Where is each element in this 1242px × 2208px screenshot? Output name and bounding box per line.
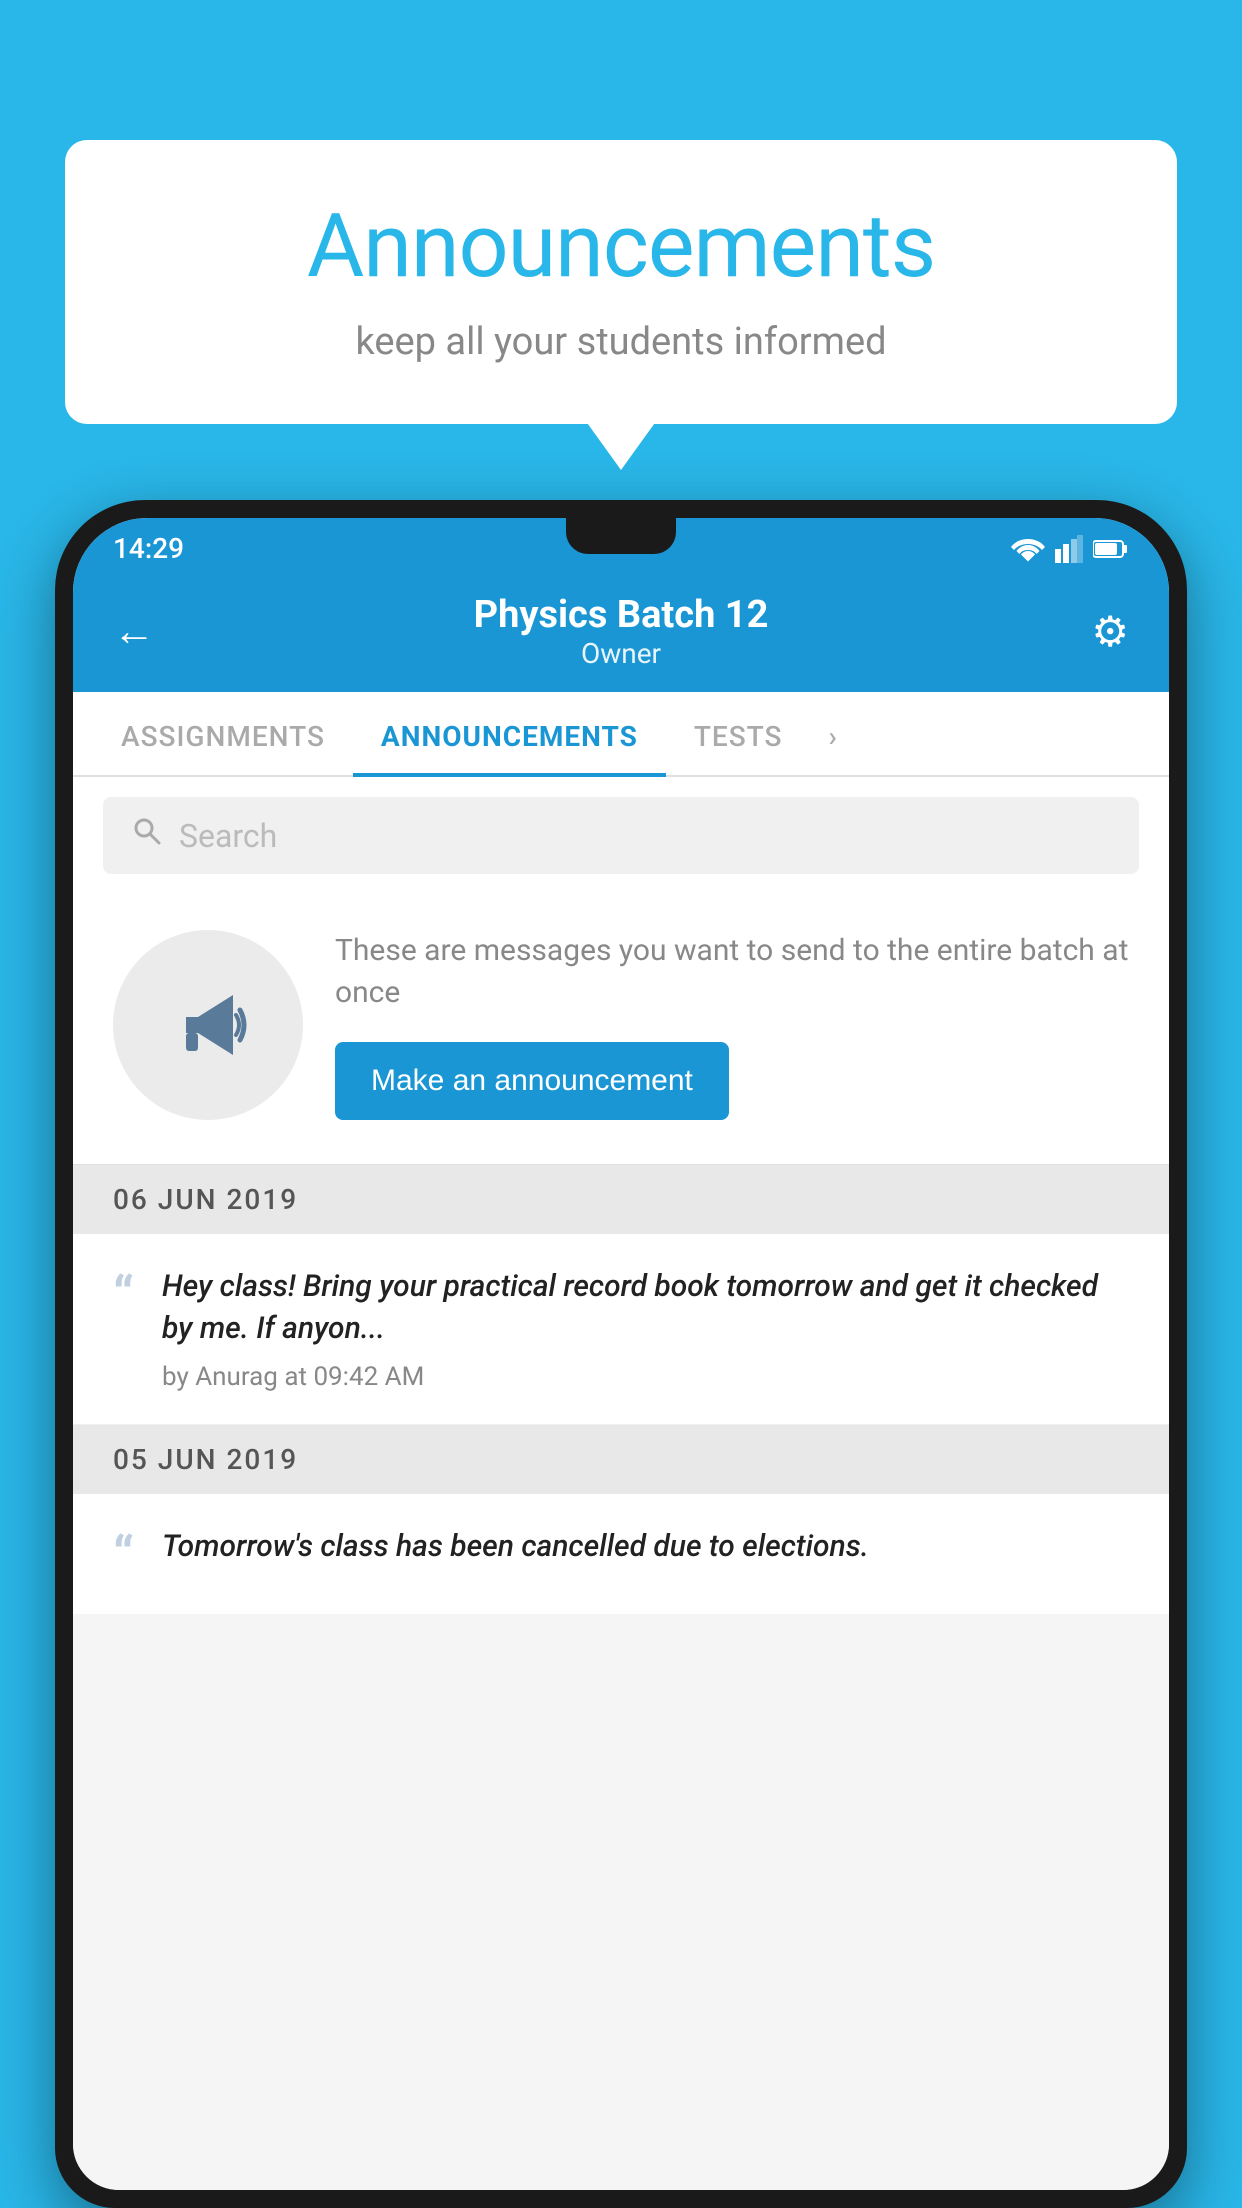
make-announcement-button[interactable]: Make an announcement <box>335 1042 729 1120</box>
back-button[interactable]: ← <box>113 607 173 656</box>
signal-icon <box>1055 535 1083 563</box>
search-bar-container: Search <box>73 777 1169 894</box>
announcement-item-2: “ Tomorrow's class has been cancelled du… <box>73 1494 1169 1614</box>
announcement-text-1: Hey class! Bring your practical record b… <box>162 1266 1129 1350</box>
search-input-field[interactable]: Search <box>103 797 1139 874</box>
app-bar-title-group: Physics Batch 12 Owner <box>173 593 1069 670</box>
search-placeholder: Search <box>179 817 277 855</box>
phone-inner: 14:29 <box>73 518 1169 2190</box>
tab-more[interactable]: › <box>810 692 855 775</box>
date-header-1: 06 JUN 2019 <box>73 1165 1169 1234</box>
announcement-icon-circle <box>113 930 303 1120</box>
app-bar-subtitle: Owner <box>173 637 1069 670</box>
battery-icon <box>1093 539 1129 559</box>
quote-icon-2: “ <box>113 1530 134 1582</box>
app-bar: ← Physics Batch 12 Owner ⚙ <box>73 575 1169 692</box>
status-icons <box>1011 535 1129 563</box>
announcement-content-1: Hey class! Bring your practical record b… <box>162 1266 1129 1392</box>
announcement-description: These are messages you want to send to t… <box>335 930 1129 1014</box>
announcement-prompt: These are messages you want to send to t… <box>73 894 1169 1165</box>
tab-assignments[interactable]: ASSIGNMENTS <box>93 692 353 775</box>
app-bar-title: Physics Batch 12 <box>173 593 1069 637</box>
phone-frame: 14:29 <box>55 500 1187 2208</box>
content-area: Search These are me <box>73 777 1169 2190</box>
tabs-bar: ASSIGNMENTS ANNOUNCEMENTS TESTS › <box>73 692 1169 777</box>
speech-bubble: Announcements keep all your students inf… <box>65 140 1177 424</box>
speech-bubble-subtitle: keep all your students informed <box>125 320 1117 364</box>
date-header-2: 05 JUN 2019 <box>73 1425 1169 1494</box>
phone-notch <box>566 518 676 554</box>
announcement-content-2: Tomorrow's class has been cancelled due … <box>162 1526 869 1568</box>
search-icon <box>131 815 163 856</box>
tab-tests[interactable]: TESTS <box>666 692 811 775</box>
announcement-meta-1: by Anurag at 09:42 AM <box>162 1362 1129 1392</box>
announcement-item-1: “ Hey class! Bring your practical record… <box>73 1234 1169 1425</box>
status-time: 14:29 <box>113 532 184 565</box>
tab-announcements[interactable]: ANNOUNCEMENTS <box>353 692 666 775</box>
announcement-text-2: Tomorrow's class has been cancelled due … <box>162 1526 869 1568</box>
quote-icon-1: “ <box>113 1270 134 1322</box>
gear-icon[interactable]: ⚙ <box>1069 607 1129 657</box>
wifi-icon <box>1011 535 1045 563</box>
megaphone-icon <box>158 975 258 1075</box>
speech-bubble-title: Announcements <box>125 195 1117 298</box>
announcement-prompt-right: These are messages you want to send to t… <box>335 930 1129 1120</box>
speech-bubble-container: Announcements keep all your students inf… <box>65 140 1177 424</box>
